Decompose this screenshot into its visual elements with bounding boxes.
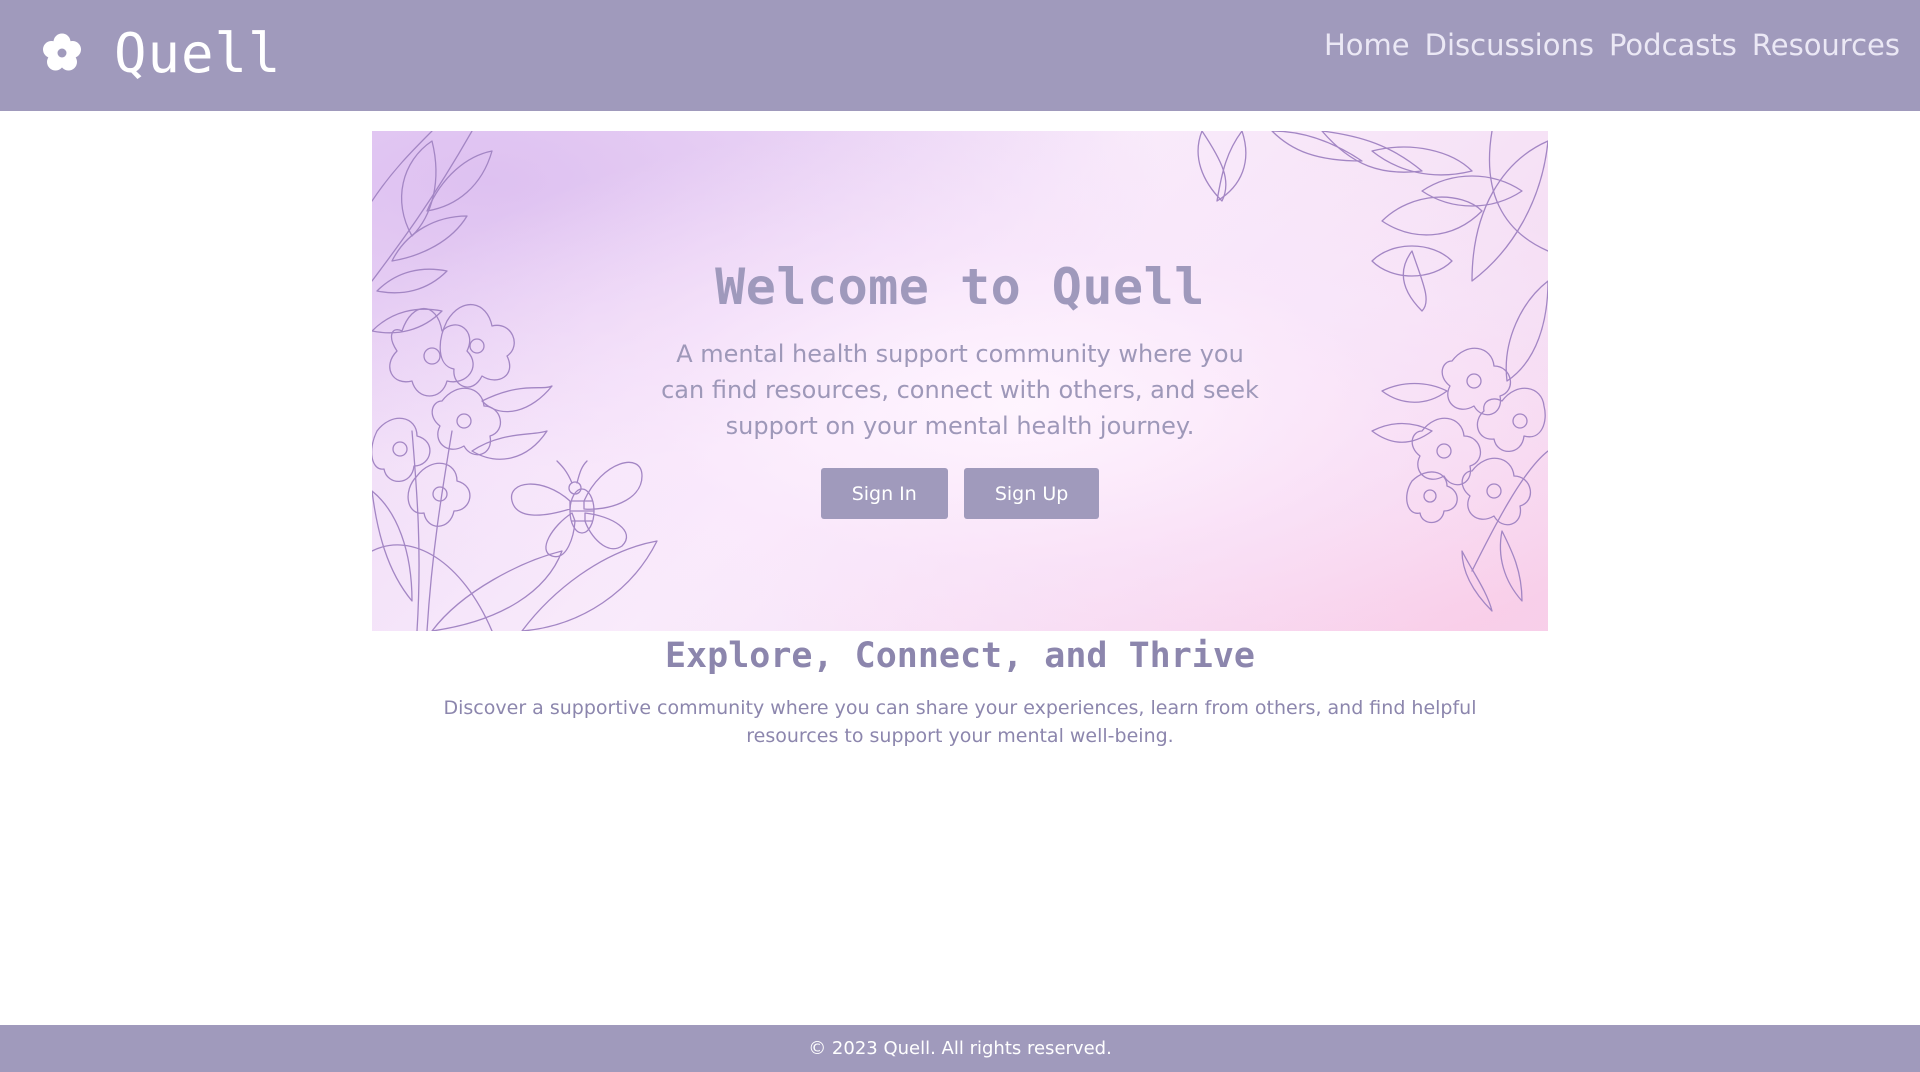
main-nav: Home Discussions Podcasts Resources	[1309, 28, 1900, 62]
section-description: Discover a supportive community where yo…	[443, 697, 1477, 747]
footer: © 2023 Quell. All rights reserved.	[0, 1025, 1920, 1072]
sign-in-button[interactable]: Sign In	[820, 468, 948, 519]
hero-banner: Welcome to Quell A mental health support…	[372, 131, 1548, 631]
copyright-text: © 2023 Quell. All rights reserved.	[808, 1038, 1112, 1059]
brand-name: Quell	[114, 21, 282, 85]
nav-discussions[interactable]: Discussions	[1425, 28, 1594, 62]
hero-description: A mental health support community where …	[661, 340, 1259, 440]
section-title: Explore, Connect, and Thrive	[664, 636, 1255, 676]
nav-home[interactable]: Home	[1324, 28, 1410, 62]
sign-up-button[interactable]: Sign Up	[963, 468, 1100, 519]
nav-resources[interactable]: Resources	[1752, 28, 1900, 62]
top-navigation-bar: Quell Home Discussions Podcasts Resource…	[0, 0, 1920, 111]
nav-podcasts[interactable]: Podcasts	[1609, 28, 1737, 62]
hero-title: Welcome to Quell	[715, 258, 1205, 316]
hero-content: Welcome to Quell A mental health support…	[372, 131, 1548, 631]
hero-buttons: Sign In Sign Up	[813, 468, 1108, 519]
brand-logo[interactable]: Quell	[40, 18, 282, 88]
flower-icon	[43, 33, 81, 71]
